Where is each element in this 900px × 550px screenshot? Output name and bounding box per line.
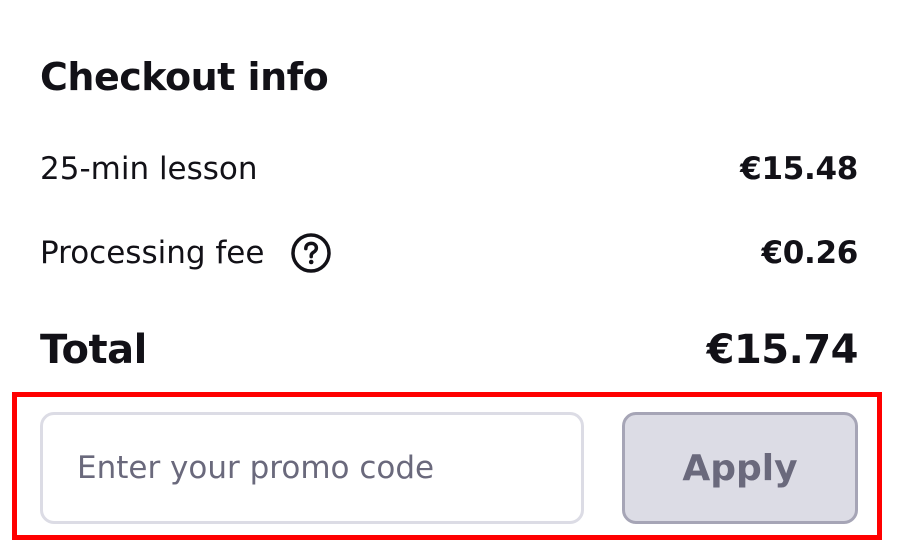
- total-row: Total €15.74: [40, 322, 859, 378]
- question-circle-icon[interactable]: [290, 232, 332, 274]
- lesson-label: 25-min lesson: [40, 151, 258, 187]
- processing-fee-row: Processing fee €0.26: [40, 228, 858, 278]
- total-price: €15.74: [706, 327, 859, 373]
- apply-button[interactable]: Apply: [622, 412, 858, 524]
- processing-fee-price: €0.26: [761, 235, 858, 271]
- lesson-row: 25-min lesson €15.48: [40, 144, 858, 194]
- processing-fee-label-group: Processing fee: [40, 232, 332, 274]
- checkout-panel: Checkout info 25-min lesson €15.48 Proce…: [0, 0, 900, 550]
- checkout-title: Checkout info: [40, 55, 329, 99]
- processing-fee-label: Processing fee: [40, 235, 265, 271]
- lesson-price: €15.48: [740, 151, 858, 187]
- total-label: Total: [40, 327, 147, 373]
- promo-code-input[interactable]: [40, 412, 584, 524]
